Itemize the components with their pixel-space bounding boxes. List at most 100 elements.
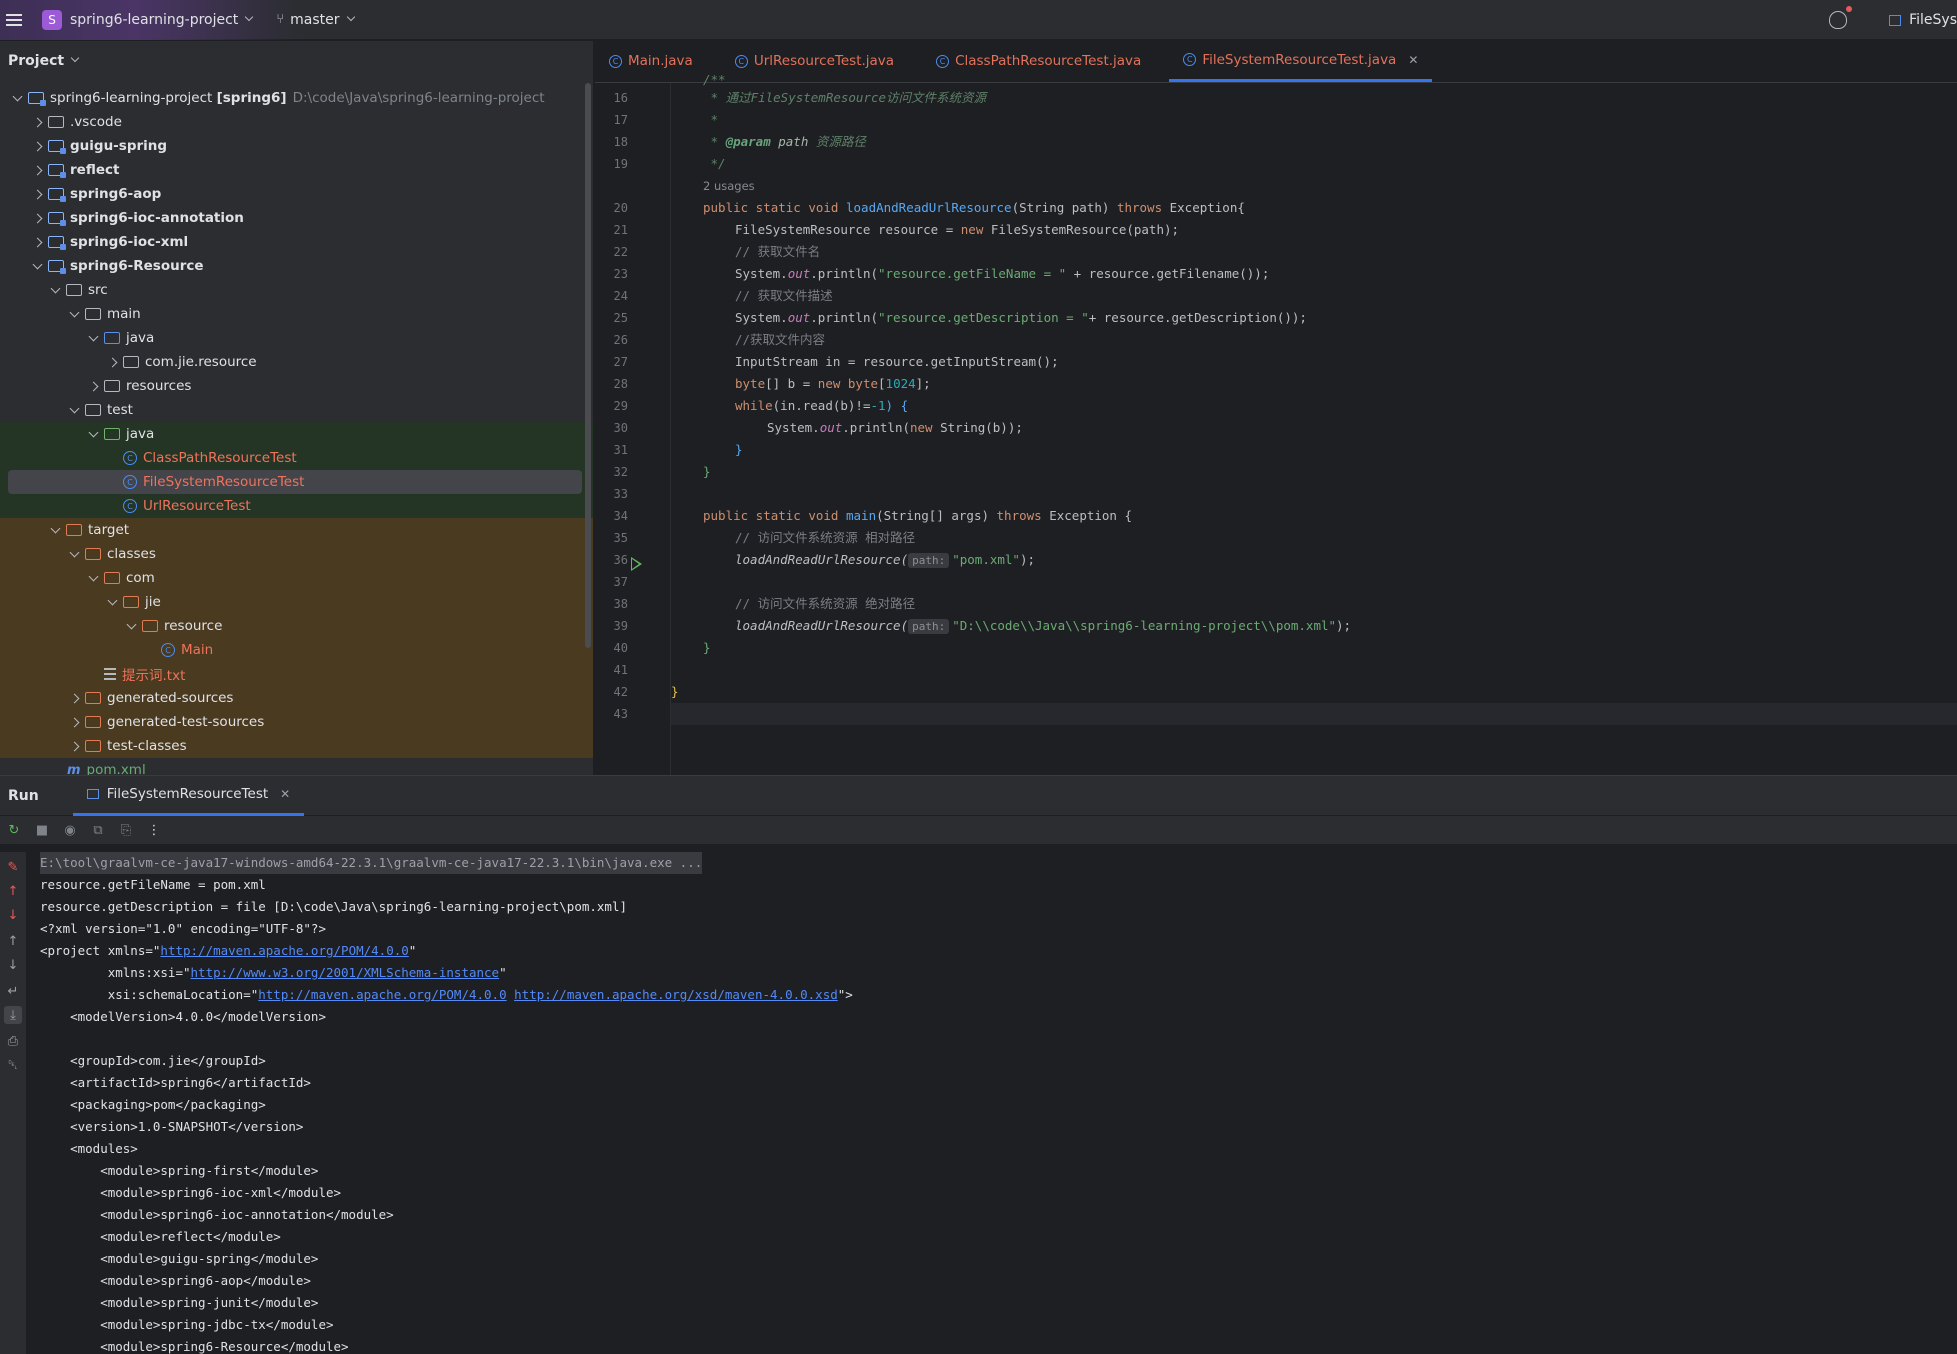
expand-arrow-icon[interactable]	[30, 211, 44, 225]
tree-item-spring6-aop[interactable]: spring6-aop	[0, 182, 593, 206]
tree-item-test[interactable]: test	[0, 398, 593, 422]
expand-arrow-icon[interactable]	[105, 355, 119, 369]
expand-arrow-icon[interactable]	[67, 691, 81, 705]
tab-main-java[interactable]: C Main.java	[595, 41, 707, 82]
code-line: // 获取文件描述	[735, 288, 833, 303]
project-badge-icon[interactable]: S	[42, 9, 62, 30]
expand-arrow-icon[interactable]	[10, 91, 24, 105]
branch-chevron-down-icon[interactable]	[346, 12, 355, 21]
edit-config-icon[interactable]: ✎	[4, 858, 22, 876]
main-menu-icon[interactable]	[6, 13, 22, 26]
code-area[interactable]: /** * 通过FileSystemResource访问文件系统资源 * * @…	[670, 72, 1957, 775]
line-number-gutter: 16 17 18 19 20 21 22 23 24 25 26 27 28 2…	[595, 83, 670, 775]
tree-item-classes[interactable]: classes	[0, 542, 593, 566]
scroll-down-icon[interactable]: ↓	[4, 956, 22, 974]
tree-item-package[interactable]: com.jie.resource	[0, 350, 593, 374]
console-link[interactable]: http://maven.apache.org/xsd/maven-4.0.0.…	[514, 987, 838, 1002]
tree-item-generated-test-sources[interactable]: generated-test-sources	[0, 710, 593, 734]
tab-filesystemresourcetest[interactable]: C FileSystemResourceTest.java ✕	[1169, 41, 1433, 82]
tree-item-root[interactable]: spring6-learning-project [spring6] D:\co…	[0, 86, 593, 110]
run-tab-filesystemresourcetest[interactable]: FileSystemResourceTest ✕	[72, 776, 305, 816]
expand-arrow-icon[interactable]	[105, 595, 119, 609]
clear-all-icon[interactable]: ␡	[4, 1056, 22, 1074]
rerun-icon[interactable]: ↻	[4, 820, 24, 840]
usages-hint[interactable]: 2 usages	[703, 175, 755, 197]
expand-arrow-icon[interactable]	[67, 739, 81, 753]
tree-item-txt-file[interactable]: 提示词.txt	[0, 662, 593, 686]
project-scrollbar[interactable]	[585, 83, 591, 648]
camera-icon[interactable]: ◉	[60, 820, 80, 840]
more-options-icon[interactable]: ⋮	[144, 820, 164, 840]
tree-item-jie[interactable]: jie	[0, 590, 593, 614]
tree-item-test-classes[interactable]: test-classes	[0, 734, 593, 758]
close-run-tab-icon[interactable]: ✕	[280, 787, 290, 801]
print-icon[interactable]: ⎙	[4, 1032, 22, 1050]
expand-arrow-icon[interactable]	[30, 259, 44, 273]
close-tab-icon[interactable]: ✕	[1408, 53, 1418, 67]
line-number: 21	[613, 223, 628, 237]
tree-item-reflect[interactable]: reflect	[0, 158, 593, 182]
tree-item-resource[interactable]: resource	[0, 614, 593, 638]
tree-item-classpathresourcetest[interactable]: C ClassPathResourceTest	[0, 446, 593, 470]
console-link[interactable]: http://www.w3.org/2001/XMLSchema-instanc…	[191, 965, 500, 980]
project-panel-header[interactable]: Project	[0, 41, 593, 81]
code-line: loadAndReadUrlResource(path: "D:\\code\\J…	[735, 615, 1351, 637]
expand-arrow-icon[interactable]	[30, 163, 44, 177]
up-arrow-red-icon[interactable]: ↑	[4, 882, 22, 900]
project-view-chevron-icon[interactable]	[70, 53, 80, 63]
tree-item-pom[interactable]: m pom.xml	[0, 758, 593, 775]
project-selector[interactable]: spring6-learning-project	[70, 12, 238, 28]
console-output[interactable]: E:\tool\graalvm-ce-java17-windows-amd64-…	[40, 852, 1957, 1354]
expand-arrow-icon[interactable]	[86, 427, 100, 441]
code-line: // 访问文件系统资源 绝对路径	[735, 596, 916, 611]
expand-arrow-icon[interactable]	[30, 187, 44, 201]
stop-icon[interactable]: ■	[32, 820, 52, 840]
expand-arrow-icon[interactable]	[67, 403, 81, 417]
tree-item-generated-sources[interactable]: generated-sources	[0, 686, 593, 710]
expand-arrow-icon[interactable]	[86, 571, 100, 585]
expand-arrow-icon[interactable]	[48, 523, 62, 537]
tree-item-urlresourcetest[interactable]: C UrlResourceTest	[0, 494, 593, 518]
console-line[interactable]: E:\tool\graalvm-ce-java17-windows-amd64-…	[40, 852, 703, 874]
tree-item-main-java[interactable]: java	[0, 326, 593, 350]
git-branch-icon[interactable]: ⑂	[276, 12, 284, 27]
scroll-up-icon[interactable]: ↑	[4, 932, 22, 950]
branch-selector[interactable]: master	[290, 12, 339, 28]
expand-arrow-icon[interactable]	[48, 283, 62, 297]
expand-arrow-icon[interactable]	[67, 715, 81, 729]
tree-item-com[interactable]: com	[0, 566, 593, 590]
soft-wrap-icon[interactable]: ↵	[4, 982, 22, 1000]
console-link[interactable]: http://maven.apache.org/POM/4.0.0	[160, 943, 408, 958]
tree-item-filesystemresourcetest[interactable]: C FileSystemResourceTest	[8, 470, 582, 494]
export-icon[interactable]: ⎘	[116, 820, 136, 840]
code-token: loadAndReadUrlResource(	[735, 618, 909, 633]
tab-urlresourcetest[interactable]: C UrlResourceTest.java	[721, 41, 908, 82]
tree-item-resources[interactable]: resources	[0, 374, 593, 398]
tree-item-spring6-ioc-xml[interactable]: spring6-ioc-xml	[0, 230, 593, 254]
expand-arrow-icon[interactable]	[124, 619, 138, 633]
down-arrow-red-icon[interactable]: ↓	[4, 906, 22, 924]
restore-layout-icon[interactable]: ⧉	[88, 820, 108, 840]
debug-bug-icon[interactable]	[1829, 6, 1853, 29]
expand-arrow-icon[interactable]	[30, 235, 44, 249]
tree-item-main[interactable]: main	[0, 302, 593, 326]
tree-item-main-class[interactable]: C Main	[0, 638, 593, 662]
expand-arrow-icon[interactable]	[30, 115, 44, 129]
tree-item-spring6-ioc-annotation[interactable]: spring6-ioc-annotation	[0, 206, 593, 230]
expand-arrow-icon[interactable]	[86, 331, 100, 345]
expand-arrow-icon[interactable]	[67, 307, 81, 321]
tree-item-test-java[interactable]: java	[0, 422, 593, 446]
tab-classpathresourcetest[interactable]: C ClassPathResourceTest.java	[922, 41, 1155, 82]
console-link[interactable]: http://maven.apache.org/POM/4.0.0	[258, 987, 506, 1002]
tree-item-spring6-resource[interactable]: spring6-Resource	[0, 254, 593, 278]
tree-item-src[interactable]: src	[0, 278, 593, 302]
run-main-icon[interactable]	[631, 557, 642, 571]
expand-arrow-icon[interactable]	[67, 547, 81, 561]
run-config-selector[interactable]: FileSys	[1909, 12, 1957, 28]
scroll-to-end-icon[interactable]: ⤓	[4, 1006, 22, 1024]
tree-item-guigu-spring[interactable]: guigu-spring	[0, 134, 593, 158]
tree-item-vscode[interactable]: .vscode	[0, 110, 593, 134]
expand-arrow-icon[interactable]	[30, 139, 44, 153]
expand-arrow-icon[interactable]	[86, 379, 100, 393]
tree-item-target[interactable]: target	[0, 518, 593, 542]
